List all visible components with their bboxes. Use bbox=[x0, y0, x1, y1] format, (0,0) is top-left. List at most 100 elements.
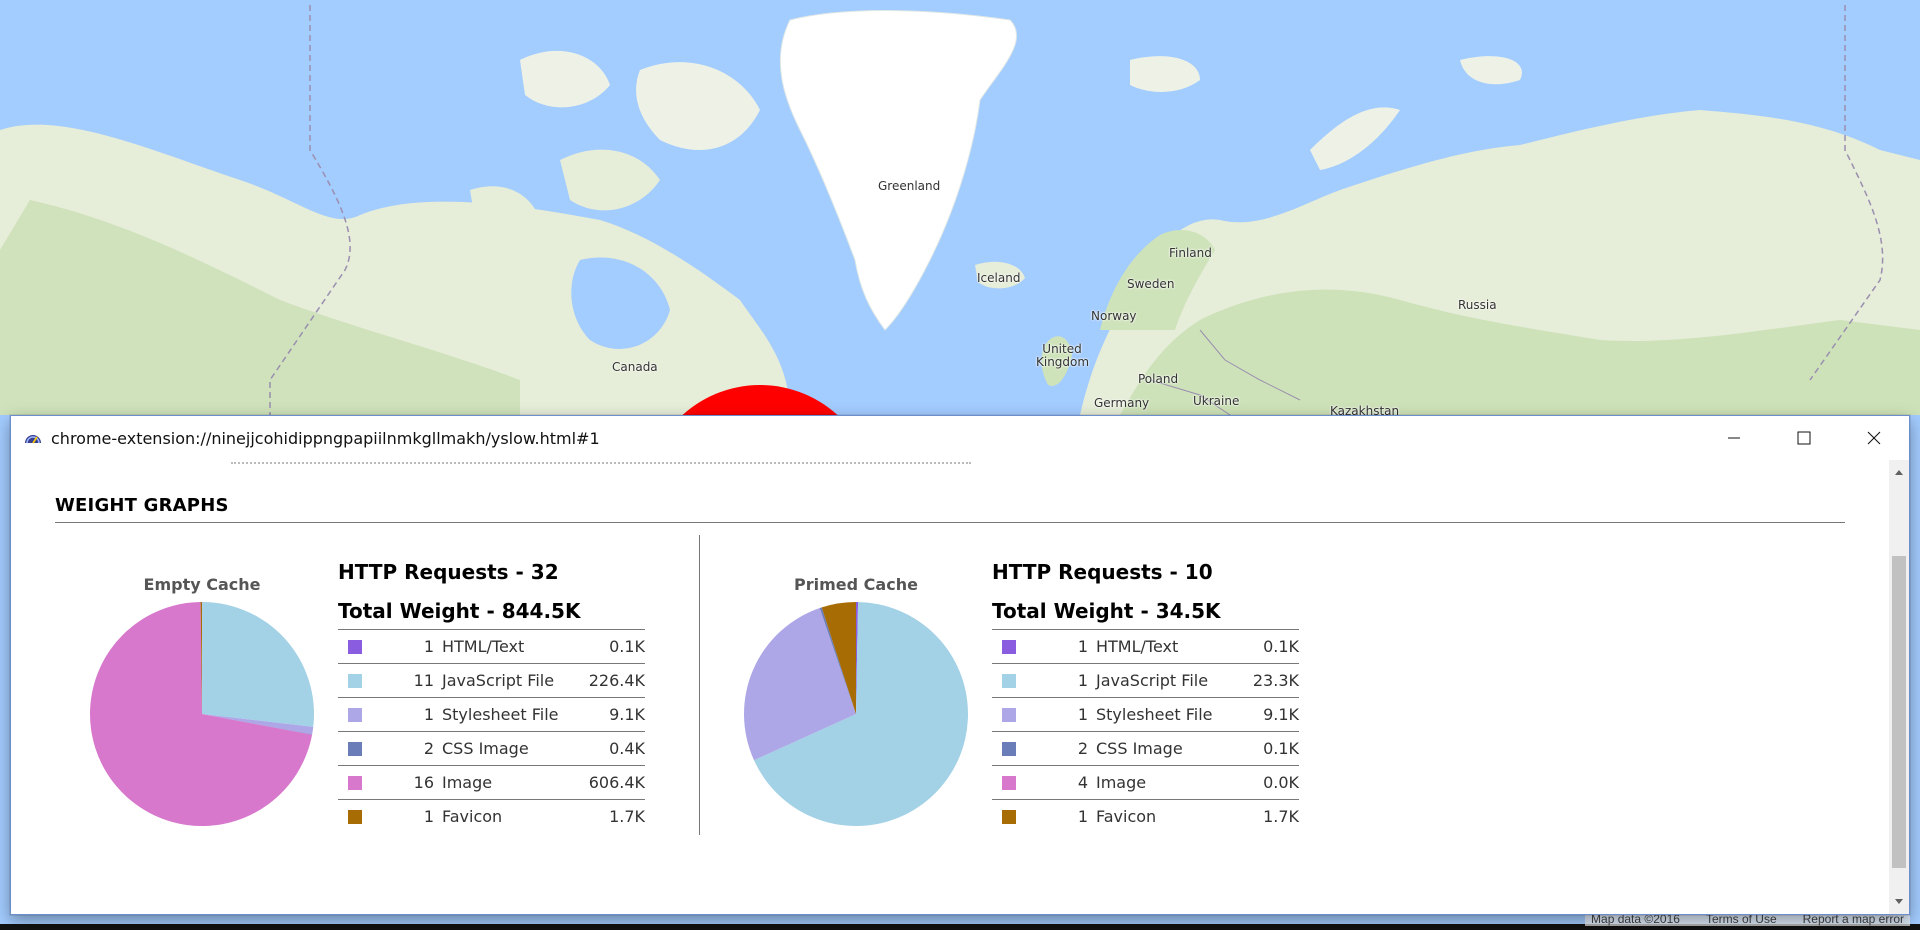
component-count: 1 bbox=[1077, 637, 1088, 656]
legend-swatch-cell bbox=[992, 800, 1026, 834]
scrollbar-thumb[interactable] bbox=[1892, 556, 1906, 868]
yslow-gauge-icon bbox=[25, 435, 41, 444]
component-type: Image bbox=[442, 773, 493, 792]
window-title: chrome-extension://ninejjcohidippngpapii… bbox=[51, 428, 600, 448]
primed-cache-row: 1 Favicon 1.7K bbox=[992, 799, 1299, 834]
minimize-button[interactable] bbox=[1699, 416, 1769, 460]
component-type: HTML/Text bbox=[442, 637, 525, 656]
legend-swatch bbox=[1002, 741, 1016, 756]
map-label-norway: Norway bbox=[1091, 309, 1137, 323]
component-size: 23.3K bbox=[1252, 671, 1299, 690]
component-size: 226.4K bbox=[588, 671, 645, 690]
map-label-russia: Russia bbox=[1458, 298, 1497, 312]
component-size: 9.1K bbox=[609, 705, 645, 724]
component-type: CSS Image bbox=[442, 739, 529, 758]
chevron-up-icon bbox=[1895, 470, 1903, 475]
legend-swatch-cell bbox=[338, 800, 372, 834]
component-size: 0.1K bbox=[1263, 739, 1299, 758]
legend-swatch-cell bbox=[992, 698, 1026, 732]
empty-cache-row: 11 JavaScript File 226.4K bbox=[338, 663, 645, 698]
component-type: Favicon bbox=[442, 807, 503, 827]
component-count: 1 bbox=[423, 705, 434, 724]
legend-swatch-cell bbox=[992, 630, 1026, 664]
component-size: 0.1K bbox=[609, 637, 645, 656]
component-count: 1 bbox=[423, 807, 434, 827]
empty-cache-caption: Empty Cache bbox=[143, 575, 261, 594]
legend-swatch-cell bbox=[338, 664, 372, 698]
empty-cache-pie-chart bbox=[90, 602, 314, 826]
legend-swatch-cell bbox=[338, 630, 372, 664]
primed-cache-weight: Total Weight - 34.5K bbox=[992, 599, 1221, 623]
column-divider bbox=[699, 535, 700, 835]
component-type: Favicon bbox=[1096, 807, 1157, 827]
section-title: WEIGHT GRAPHS bbox=[55, 495, 229, 516]
legend-swatch-cell bbox=[338, 766, 372, 800]
legend-swatch bbox=[1002, 639, 1016, 654]
component-count: 2 bbox=[423, 739, 434, 758]
empty-cache-requests: HTTP Requests - 32 bbox=[338, 560, 559, 584]
legend-swatch-cell bbox=[992, 732, 1026, 766]
pie-slice-javascript-file bbox=[202, 602, 314, 727]
map-label-sweden: Sweden bbox=[1127, 277, 1175, 291]
map-label-germany: Germany bbox=[1094, 396, 1150, 410]
primed-cache-row: 2 CSS Image 0.1K bbox=[992, 731, 1299, 766]
legend-swatch-cell bbox=[338, 698, 372, 732]
primed-cache-table: 1 HTML/Text 0.1K 1 JavaScript File 23.3K 1 Styl… bbox=[992, 629, 1299, 834]
component-count: 1 bbox=[1077, 671, 1088, 690]
legend-swatch bbox=[1002, 673, 1016, 688]
primed-cache-row: 1 JavaScript File 23.3K bbox=[992, 663, 1299, 698]
close-icon bbox=[1867, 431, 1881, 445]
legend-swatch bbox=[348, 707, 362, 722]
component-size: 0.4K bbox=[609, 739, 645, 758]
component-size: 1.7K bbox=[609, 807, 645, 827]
empty-cache-row: 16 Image 606.4K bbox=[338, 765, 645, 800]
legend-swatch bbox=[1002, 809, 1016, 824]
component-size: 1.7K bbox=[1263, 807, 1299, 827]
legend-swatch bbox=[348, 775, 362, 790]
component-type: JavaScript File bbox=[1096, 671, 1209, 690]
chevron-down-icon bbox=[1895, 899, 1903, 904]
empty-cache-row: 1 HTML/Text 0.1K bbox=[338, 629, 645, 664]
map-label-iceland: Iceland bbox=[977, 271, 1021, 285]
map-label-united-kingdom: United Kingdom bbox=[1036, 342, 1090, 369]
primed-cache-requests: HTTP Requests - 10 bbox=[992, 560, 1213, 584]
scroll-up-button[interactable] bbox=[1889, 464, 1909, 480]
yslow-popup-window: chrome-extension://ninejjcohidippngpapii… bbox=[10, 415, 1910, 915]
vertical-scrollbar[interactable] bbox=[1889, 460, 1909, 914]
maximize-button[interactable] bbox=[1769, 416, 1839, 460]
component-type: JavaScript File bbox=[442, 671, 555, 690]
clipped-text-row bbox=[231, 462, 971, 470]
legend-swatch bbox=[1002, 775, 1016, 790]
component-count: 1 bbox=[423, 637, 434, 656]
legend-swatch-cell bbox=[992, 766, 1026, 800]
component-count: 2 bbox=[1077, 739, 1088, 758]
legend-swatch-cell bbox=[992, 664, 1026, 698]
component-type: HTML/Text bbox=[1096, 637, 1179, 656]
legend-swatch bbox=[348, 809, 362, 824]
maximize-icon bbox=[1797, 431, 1811, 445]
map-label-ukraine: Ukraine bbox=[1193, 394, 1240, 408]
primed-cache-row: 1 Stylesheet File 9.1K bbox=[992, 697, 1299, 732]
component-type: Image bbox=[1096, 773, 1147, 792]
empty-cache-row: 1 Stylesheet File 9.1K bbox=[338, 697, 645, 732]
primed-cache-pie-chart bbox=[744, 602, 968, 826]
scroll-down-button[interactable] bbox=[1889, 894, 1909, 910]
component-size: 606.4K bbox=[588, 773, 645, 792]
legend-swatch bbox=[348, 673, 362, 688]
component-size: 9.1K bbox=[1263, 705, 1299, 724]
component-count: 1 bbox=[1077, 705, 1088, 724]
primed-cache-caption: Primed Cache bbox=[794, 575, 918, 594]
window-titlebar[interactable]: chrome-extension://ninejjcohidippngpapii… bbox=[11, 416, 1909, 460]
yslow-content: WEIGHT GRAPHS Empty Cache HTTP Requests … bbox=[11, 460, 1889, 914]
legend-swatch-cell bbox=[338, 732, 372, 766]
component-count: 1 bbox=[1077, 807, 1088, 827]
close-button[interactable] bbox=[1839, 416, 1909, 460]
section-rule bbox=[55, 522, 1845, 523]
legend-swatch bbox=[348, 741, 362, 756]
empty-cache-row: 1 Favicon 1.7K bbox=[338, 799, 645, 834]
component-type: Stylesheet File bbox=[442, 705, 559, 724]
legend-swatch bbox=[348, 639, 362, 654]
map-label-canada: Canada bbox=[612, 360, 658, 374]
empty-cache-row: 2 CSS Image 0.4K bbox=[338, 731, 645, 766]
component-size: 0.0K bbox=[1263, 773, 1299, 792]
